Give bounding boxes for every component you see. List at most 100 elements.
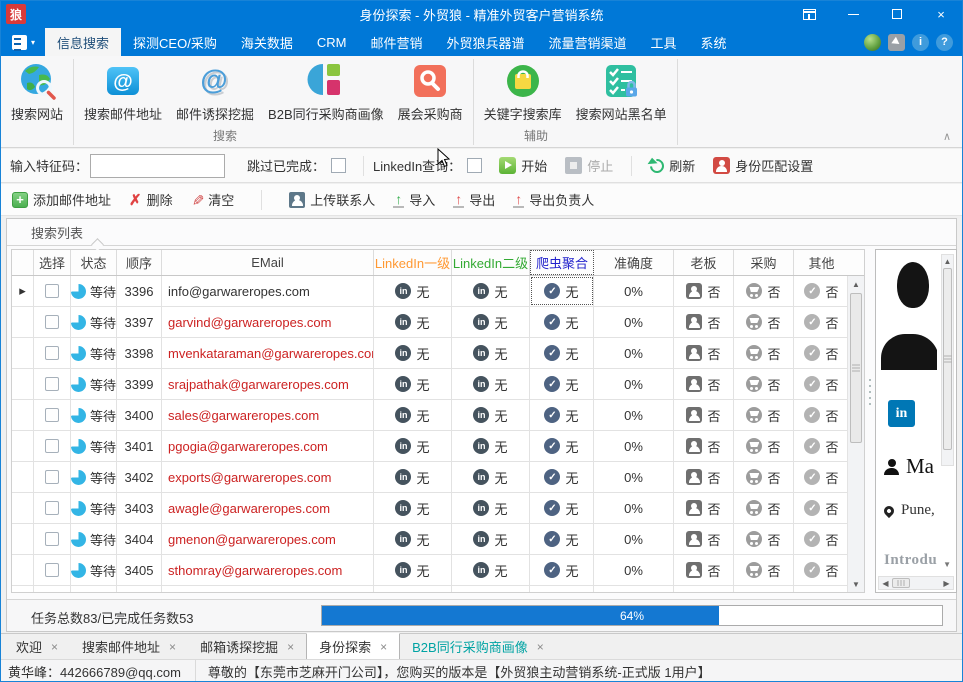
menu-item-海关数据[interactable]: 海关数据 [229,28,305,56]
column-header-accuracy[interactable]: 准确度 [594,250,674,275]
start-button[interactable]: 开始 [499,156,547,175]
menu-item-信息搜索[interactable]: 信息搜索 [45,28,121,56]
table-row[interactable]: 等待3398mvenkataraman@garwareropes.comin无i… [12,338,864,369]
column-header-boss[interactable]: 老板 [674,250,734,275]
delete-button[interactable]: ✗删除 [129,190,173,209]
row-checkbox[interactable] [45,563,59,577]
menu-item-邮件营销[interactable]: 邮件营销 [358,28,434,56]
row-checkbox[interactable] [45,470,59,484]
help-icon[interactable]: ? [936,34,953,51]
column-header-linkedin2[interactable]: LinkedIn二级 [452,250,530,275]
caret-down-icon[interactable]: ▼ [943,560,951,569]
menu-item-工具[interactable]: 工具 [639,28,689,56]
scrollbar-thumb[interactable] [943,268,952,450]
column-header-linkedin1[interactable]: LinkedIn一级 [374,250,452,275]
feature-code-input[interactable] [90,154,225,178]
table-row[interactable]: 等待in无in无✓无0%否否✓否 [12,586,864,592]
menu-item-CRM[interactable]: CRM [305,28,359,56]
theme-icon[interactable] [864,34,881,51]
status-text: 等待 [90,313,116,332]
menu-item-系统[interactable]: 系统 [689,28,739,56]
scrollbar-thumb[interactable] [850,293,862,443]
upload-contacts-button[interactable]: 上传联系人 [289,190,375,209]
menu-item-流量营销渠道[interactable]: 流量营销渠道 [536,28,638,56]
linkedin-query-checkbox[interactable] [467,158,482,173]
column-header-order[interactable]: 顺序 [117,250,162,275]
skip-completed-checkbox[interactable] [331,158,346,173]
refresh-button[interactable]: 刷新 [650,156,695,175]
table-row[interactable]: 等待3402exports@garwareropes.comin无in无✓无0%… [12,462,864,493]
row-checkbox[interactable] [45,346,59,360]
feedback-icon[interactable] [888,34,905,51]
ribbon-button-email-mining[interactable]: @@ 邮件诱探挖掘 [169,59,261,125]
maximize-button[interactable] [875,0,919,28]
close-tab-icon[interactable]: × [380,640,387,654]
column-header-purchase[interactable]: 采购 [734,250,794,275]
bottom-tab-身份探索[interactable]: 身份探索× [306,633,400,659]
close-tab-icon[interactable]: × [537,640,544,654]
search-list-tab[interactable]: 搜索列表 [31,223,83,242]
table-vertical-scrollbar[interactable]: ▲ ▼ [847,276,864,592]
table-row[interactable]: 等待3400sales@garwareropes.comin无in无✓无0%否否… [12,400,864,431]
export-owner-button[interactable]: ↑导出负责人 [513,190,594,209]
detail-horizontal-scrollbar[interactable]: ◀ ▶ [878,576,954,590]
table-row[interactable]: 等待3404gmenon@garwareropes.comin无in无✓无0%否… [12,524,864,555]
ribbon-button-search-website[interactable]: 搜索网站 [4,59,70,125]
purchase-cell: 否 [734,276,794,306]
menu-item-外贸狼兵器谱[interactable]: 外贸狼兵器谱 [434,28,536,56]
close-tab-icon[interactable]: × [287,640,294,654]
scroll-right-icon[interactable]: ▶ [940,579,953,588]
menu-toggle-button[interactable]: ▾ [0,28,45,56]
identity-match-settings-button[interactable]: 身份匹配设置 [713,156,813,175]
close-button[interactable]: × [919,0,963,28]
table-row[interactable]: 等待3405sthomray@garwareropes.comin无in无✓无0… [12,555,864,586]
ribbon-collapse-button[interactable]: ∧ [943,130,951,143]
scrollbar-thumb[interactable] [892,578,910,588]
table-row[interactable]: 等待3399srajpathak@garwareropes.comin无in无✓… [12,369,864,400]
ribbon-button-fair-buyers[interactable]: 展会采购商 [391,59,470,125]
scroll-left-icon[interactable]: ◀ [879,579,892,588]
ribbon-button-search-email[interactable]: @ 搜索邮件地址 [77,59,169,125]
scroll-down-icon[interactable]: ▼ [848,576,864,592]
bottom-tab-邮箱诱探挖掘[interactable]: 邮箱诱探挖掘× [188,634,306,659]
linkedin-icon[interactable]: in [888,400,915,427]
table-row[interactable]: 等待3401pgogia@garwareropes.comin无in无✓无0%否… [12,431,864,462]
info-icon[interactable]: i [912,34,929,51]
import-button[interactable]: ↑导入 [393,190,435,209]
bottom-tab-B2B同行采购商画像[interactable]: B2B同行采购商画像× [400,634,556,659]
ribbon-button-keyword-library[interactable]: 关键字搜索库 [477,59,569,125]
bottom-tab-搜索邮件地址[interactable]: 搜索邮件地址× [70,634,188,659]
pin-top-button[interactable] [787,0,831,28]
menu-item-探测CEO/采购[interactable]: 探测CEO/采购 [121,28,229,56]
table-row[interactable]: 等待3403awagle@garwareropes.comin无in无✓无0%否… [12,493,864,524]
row-checkbox[interactable] [45,532,59,546]
row-checkbox[interactable] [45,408,59,422]
export-button[interactable]: ↑导出 [453,190,495,209]
bottom-tab-欢迎[interactable]: 欢迎× [4,634,70,659]
column-header-crawler[interactable]: 爬虫聚合 [530,250,594,275]
add-email-button[interactable]: +添加邮件地址 [12,190,111,209]
detail-vertical-scrollbar[interactable]: ▲ [941,254,954,466]
ribbon-button-b2b-profile[interactable]: B2B同行采购商画像 [261,59,391,125]
scroll-up-icon[interactable]: ▲ [848,276,864,292]
stop-button[interactable]: 停止 [565,156,613,175]
column-header-status[interactable]: 状态 [71,250,117,275]
row-checkbox[interactable] [45,284,59,298]
close-tab-icon[interactable]: × [169,640,176,654]
column-header-email[interactable]: EMail [162,250,374,275]
panel-splitter-handle[interactable] [868,379,872,415]
row-checkbox[interactable] [45,501,59,515]
contact-name: Ma [884,454,934,479]
clear-button[interactable]: ✎清空 [191,190,235,209]
close-tab-icon[interactable]: × [51,640,58,654]
row-checkbox[interactable] [45,439,59,453]
table-row[interactable]: 等待3397garvind@garwareropes.comin无in无✓无0%… [12,307,864,338]
row-checkbox[interactable] [45,315,59,329]
minimize-button[interactable] [831,0,875,28]
row-checkbox[interactable] [45,377,59,391]
scroll-up-icon[interactable]: ▲ [942,255,953,267]
column-header-other[interactable]: 其他 [794,250,849,275]
table-row[interactable]: ▸等待3396info@garwareropes.comin无in无✓无0%否否… [12,276,864,307]
column-header-select[interactable]: 选择 [34,250,71,275]
ribbon-button-site-blacklist[interactable]: 搜索网站黑名单 [569,59,674,125]
